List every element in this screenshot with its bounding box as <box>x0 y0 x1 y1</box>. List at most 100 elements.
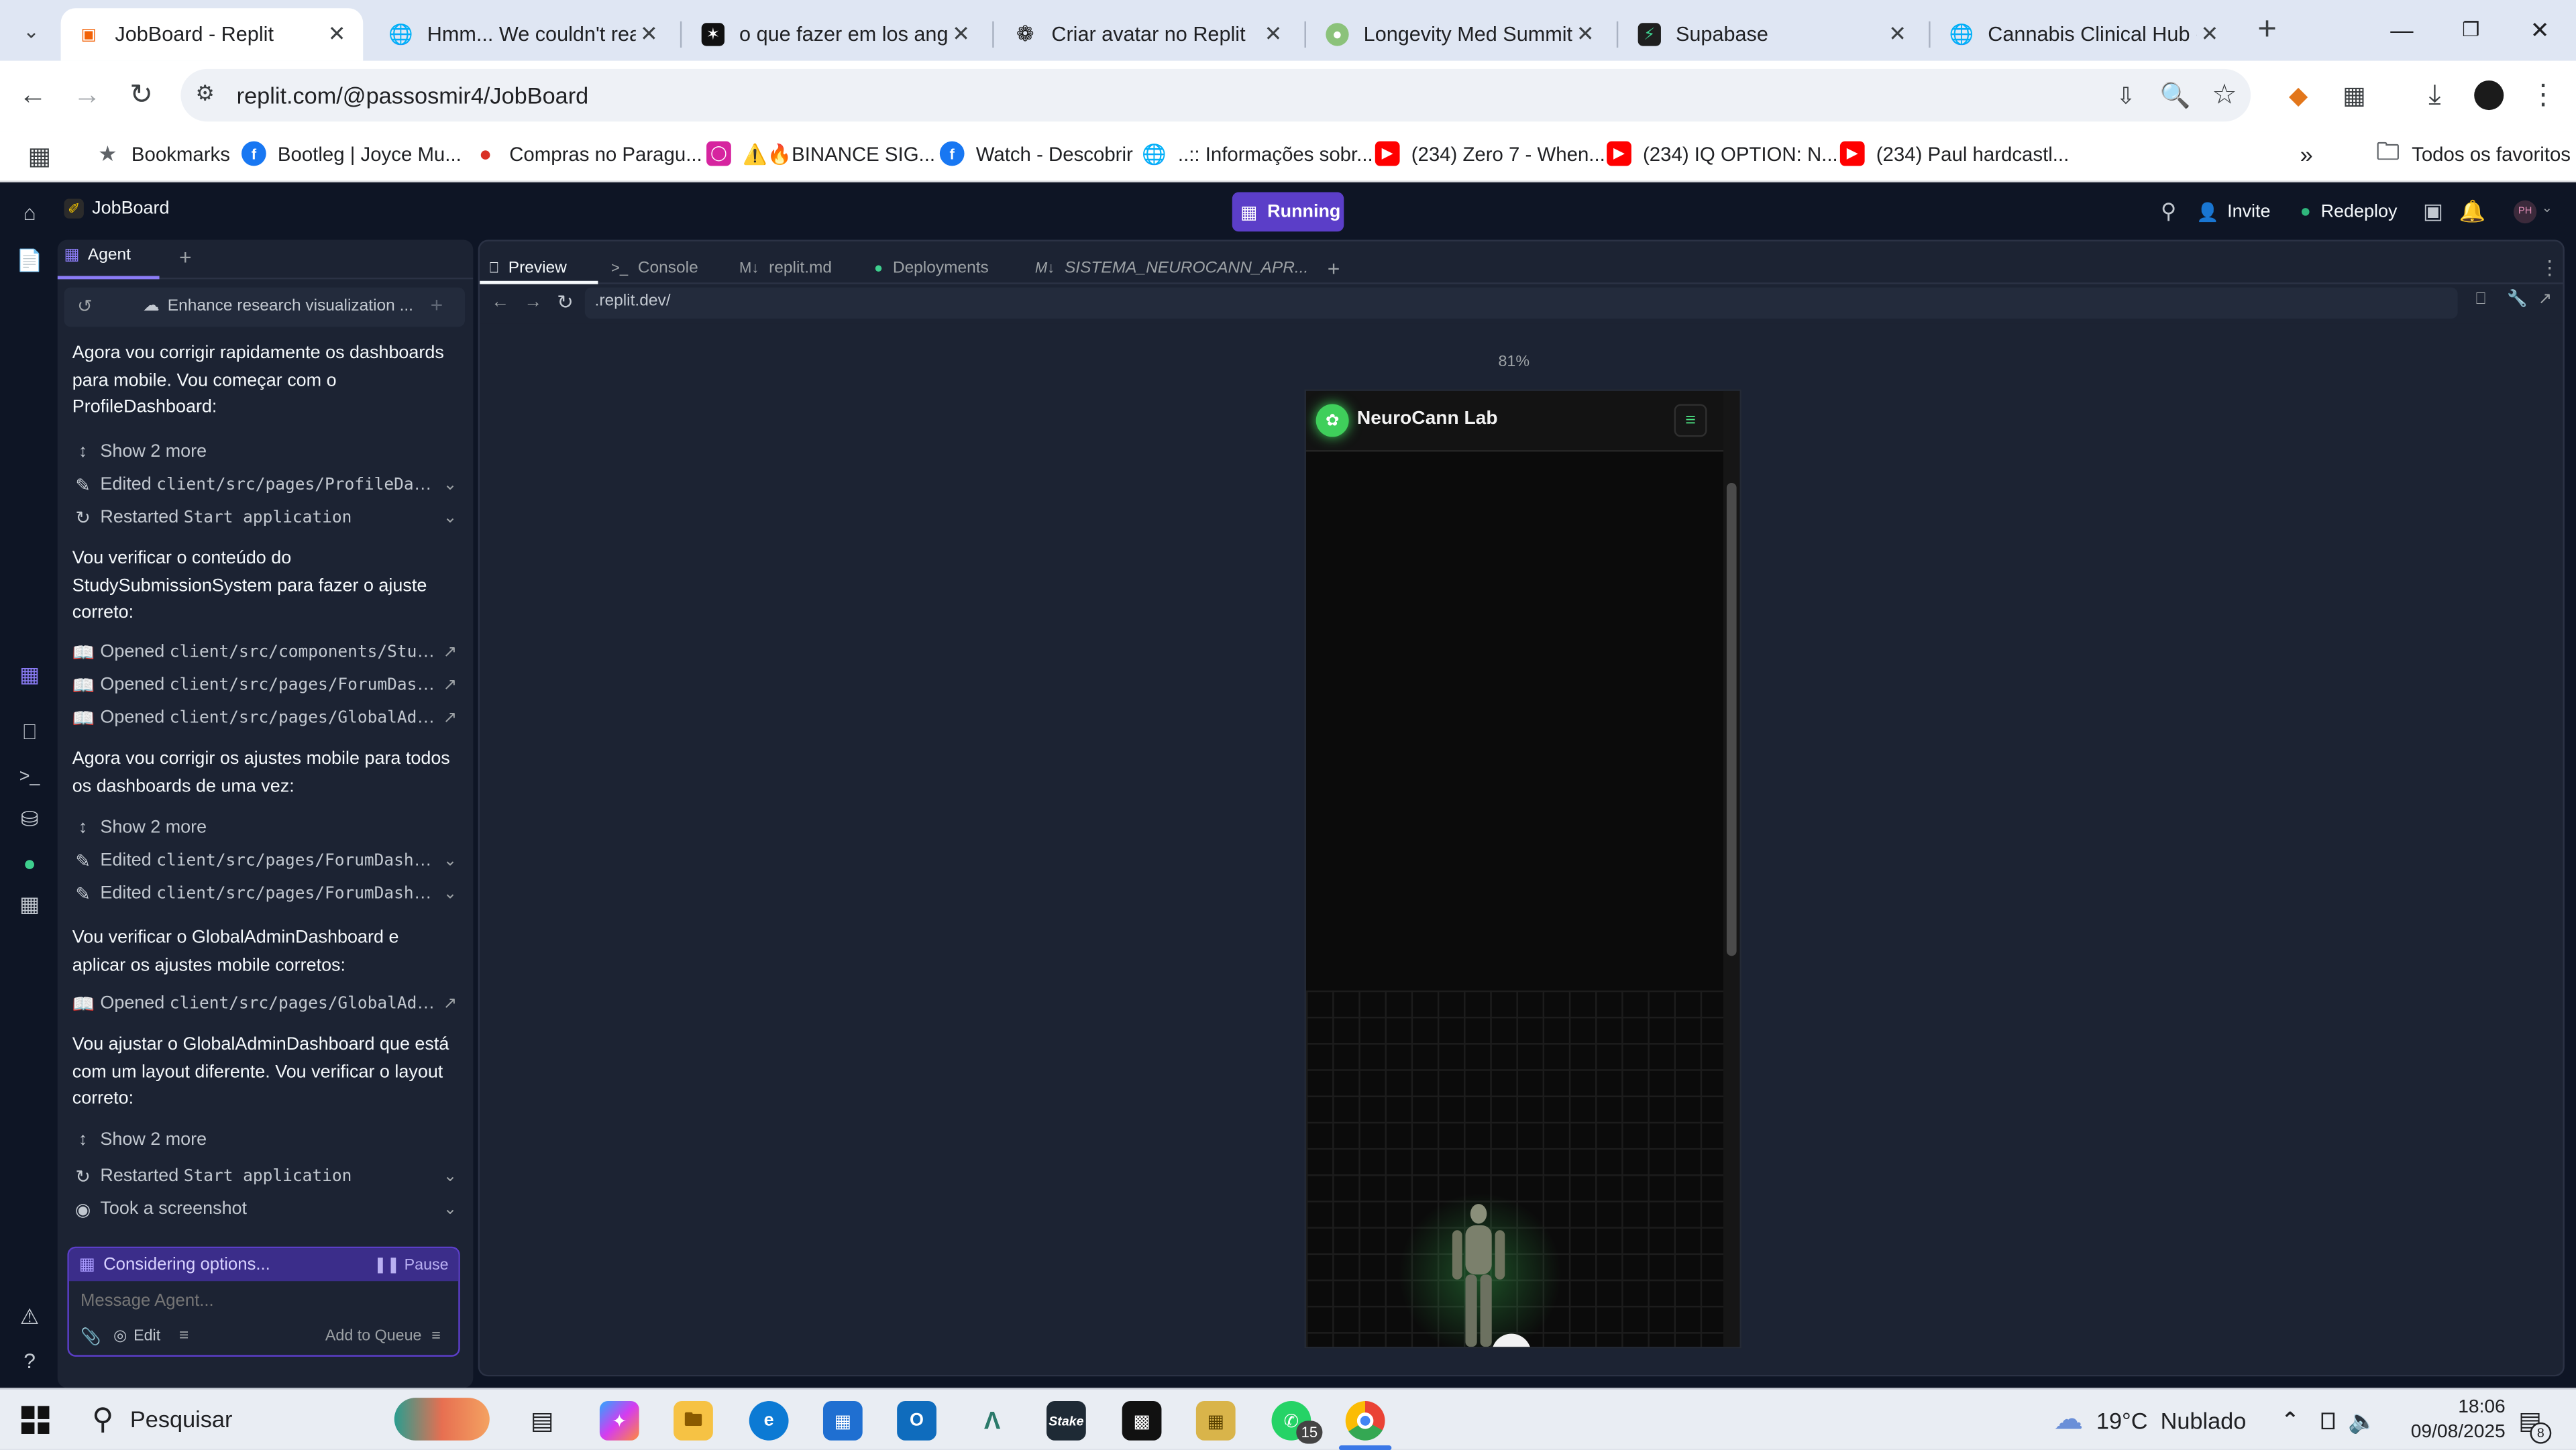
show-more-row[interactable]: ↕ Show 2 more <box>72 437 460 466</box>
pane-menu-icon[interactable]: ⋮ <box>2540 252 2559 284</box>
tab-unreachable[interactable]: 🌐 Hmm... We couldn't reach ✕ <box>373 8 676 60</box>
bookmark-item[interactable]: ▶ (234) Zero 7 - When... <box>1375 141 1605 166</box>
bookmark-item[interactable]: ● Compras no Paragu... <box>473 142 702 166</box>
help-icon[interactable]: ? <box>15 1345 44 1375</box>
close-icon[interactable]: ✕ <box>636 21 662 48</box>
message-agent-input[interactable] <box>68 1284 459 1318</box>
action-row[interactable]: ✎Edited client/src/pages/ForumDashboard.… <box>72 846 460 875</box>
action-row[interactable]: 📖Opened client/src/components/StudySubmi… <box>72 637 460 667</box>
history-icon[interactable]: ↺ <box>77 296 93 317</box>
open-file-icon[interactable]: ↗ <box>440 643 460 661</box>
notifications-bell-icon[interactable]: 🔔 <box>2458 197 2487 227</box>
open-file-icon[interactable]: ↗ <box>440 995 460 1013</box>
downloads-icon[interactable]: ⤓ <box>2415 76 2455 115</box>
devices-icon[interactable]: ⎕ <box>2476 290 2486 309</box>
outlook-icon[interactable]: O <box>897 1400 936 1441</box>
zoom-icon[interactable]: 🔍 <box>2155 76 2195 115</box>
chevron-down-icon[interactable]: ⌄ <box>440 476 460 494</box>
bookmark-item[interactable]: ▶ (234) Paul hardcastl... <box>1839 141 2069 166</box>
weather-widget[interactable]: ☁ 19°C Nublado <box>2053 1402 2246 1437</box>
tab-longevity[interactable]: ● Longevity Med Summit – ✕ <box>1309 8 1612 60</box>
close-icon[interactable]: ✕ <box>2196 21 2222 48</box>
edit-button[interactable]: ◎ Edit <box>113 1327 160 1345</box>
new-tab-icon[interactable]: + <box>2247 10 2287 50</box>
tab-los-angeles[interactable]: ✶ o que fazer em los angele ✕ <box>685 8 987 60</box>
bookmark-item[interactable]: 🌐..:: Informações sobr... <box>1142 142 1373 166</box>
close-icon[interactable]: ✕ <box>948 21 974 48</box>
install-app-icon[interactable]: ⇩ <box>2106 76 2146 115</box>
bookmark-item[interactable]: f Watch - Descobrir <box>939 141 1133 166</box>
microsoft-store-icon[interactable]: ▦ <box>822 1400 863 1441</box>
action-row[interactable]: ↻ Restarted Start application ⌄ <box>72 502 460 532</box>
console-icon[interactable]: >_ <box>15 762 44 791</box>
chrome-icon[interactable] <box>1345 1400 1385 1441</box>
extensions-icon[interactable]: ▦ <box>2334 76 2374 115</box>
open-file-icon[interactable]: ↗ <box>440 676 460 694</box>
preview-url-bar[interactable]: .replit.dev/ <box>584 287 2458 319</box>
tab-criar-avatar[interactable]: ❁ Criar avatar no Replit ✕ <box>998 8 1300 60</box>
network-icon[interactable]: ⎕ <box>2308 1401 2348 1441</box>
search-icon[interactable]: ⚲ <box>2154 197 2184 227</box>
scrollbar[interactable] <box>1723 390 1740 1347</box>
thread-title[interactable]: ☁ Enhance research visualization ... <box>143 297 413 315</box>
tab-sistema-neurocann[interactable]: M↓ SISTEMA_NEUROCANN_APR... <box>1035 252 1308 284</box>
preview-monitor-icon[interactable]: ⎕ <box>15 718 44 747</box>
tab-preview[interactable]: ⎕ Preview <box>490 252 567 284</box>
tab-agent[interactable]: ▦ Agent <box>64 246 131 264</box>
bookmark-item[interactable]: ▶ (234) IQ OPTION: N... <box>1607 141 1838 166</box>
speaker-icon[interactable]: 🔈 <box>2343 1401 2382 1441</box>
bookmark-star-icon[interactable]: ☆ <box>2205 76 2245 115</box>
open-file-icon[interactable]: ↗ <box>440 709 460 727</box>
close-icon[interactable]: ✕ <box>1260 21 1286 48</box>
all-bookmarks-folder[interactable]: 🗀 Todos os favoritos <box>2375 137 2571 166</box>
action-row[interactable]: ↻ Restarted Start application ⌄ <box>72 1161 460 1190</box>
chevron-down-icon[interactable]: ⌄ <box>440 508 460 526</box>
stake-icon[interactable]: Stake <box>1046 1400 1086 1441</box>
capcut-icon[interactable]: ▩ <box>1122 1400 1162 1441</box>
file-explorer-icon[interactable]: 🖿 <box>674 1400 713 1441</box>
forward-icon[interactable]: → <box>67 76 107 115</box>
window-close-icon[interactable]: ✕ <box>2507 7 2573 53</box>
add-to-queue-button[interactable]: Add to Queue ≡ <box>325 1327 441 1345</box>
add-tab-icon[interactable]: + <box>1328 252 1340 284</box>
tab-deployments[interactable]: ● Deployments <box>874 252 989 284</box>
close-icon[interactable]: ✕ <box>1884 21 1911 48</box>
taskbar-search[interactable]: ⚲ Pesquisar <box>82 1394 496 1443</box>
restore-icon[interactable]: ❐ <box>2438 7 2504 53</box>
database-icon[interactable]: ⛁ <box>15 805 44 834</box>
action-row[interactable]: 📖Opened client/src/pages/GlobalAdminDash… <box>72 989 460 1018</box>
more-bookmarks-icon[interactable]: » <box>2300 142 2313 168</box>
files-icon[interactable]: 📄 <box>15 246 44 276</box>
profile-avatar[interactable] <box>2469 76 2509 115</box>
edge-icon[interactable]: e <box>749 1400 789 1441</box>
apps-grid-icon[interactable]: ▦ <box>19 136 59 176</box>
arc-app-icon[interactable]: Λ <box>972 1400 1012 1441</box>
add-pane-icon[interactable]: + <box>179 245 192 270</box>
bookmark-item[interactable]: ★ Bookmarks <box>95 140 230 166</box>
chevron-down-icon[interactable]: ⌄ <box>2542 201 2553 215</box>
hamburger-menu-icon[interactable]: ≡ <box>1674 404 1707 437</box>
all-tools-icon[interactable]: ▦ <box>15 890 44 919</box>
clock[interactable]: 18:06 09/08/2025 <box>2390 1396 2506 1445</box>
metamask-icon[interactable]: ◆ <box>2279 76 2318 115</box>
address-bar[interactable]: ⚙ replit.com/@passosmir4/JobBoard <box>180 68 2251 122</box>
action-row[interactable]: 📖Opened client/src/pages/GlobalAdminDash… <box>72 703 460 732</box>
invite-button[interactable]: 👤 Invite <box>2196 192 2270 232</box>
action-row[interactable]: ◉ Took a screenshot ⌄ <box>72 1194 460 1223</box>
deployments-icon[interactable]: ● <box>15 848 44 877</box>
new-thread-icon[interactable]: + <box>431 292 443 317</box>
forward-icon[interactable]: → <box>524 292 542 312</box>
chevron-down-icon[interactable]: ⌄ <box>440 1200 460 1218</box>
task-view-icon[interactable]: ▤ <box>523 1401 562 1441</box>
reload-icon[interactable]: ↻ <box>557 290 574 313</box>
windows-start-icon[interactable] <box>21 1406 50 1434</box>
chevron-down-icon[interactable]: ⌄ <box>440 852 460 870</box>
browser-menu-icon[interactable]: ⋮ <box>2524 76 2563 115</box>
scrollbar-thumb[interactable] <box>1726 483 1737 956</box>
attach-icon[interactable]: 📎 <box>80 1329 101 1347</box>
back-icon[interactable]: ← <box>491 292 509 312</box>
open-new-tab-icon[interactable]: ↗ <box>2538 290 2553 309</box>
run-status-button[interactable]: ▦ Running <box>1232 192 1344 232</box>
tab-cannabis-hub[interactable]: 🌐 Cannabis Clinical Hub - P ✕ <box>1933 8 2236 60</box>
close-icon[interactable]: ✕ <box>1572 21 1599 48</box>
